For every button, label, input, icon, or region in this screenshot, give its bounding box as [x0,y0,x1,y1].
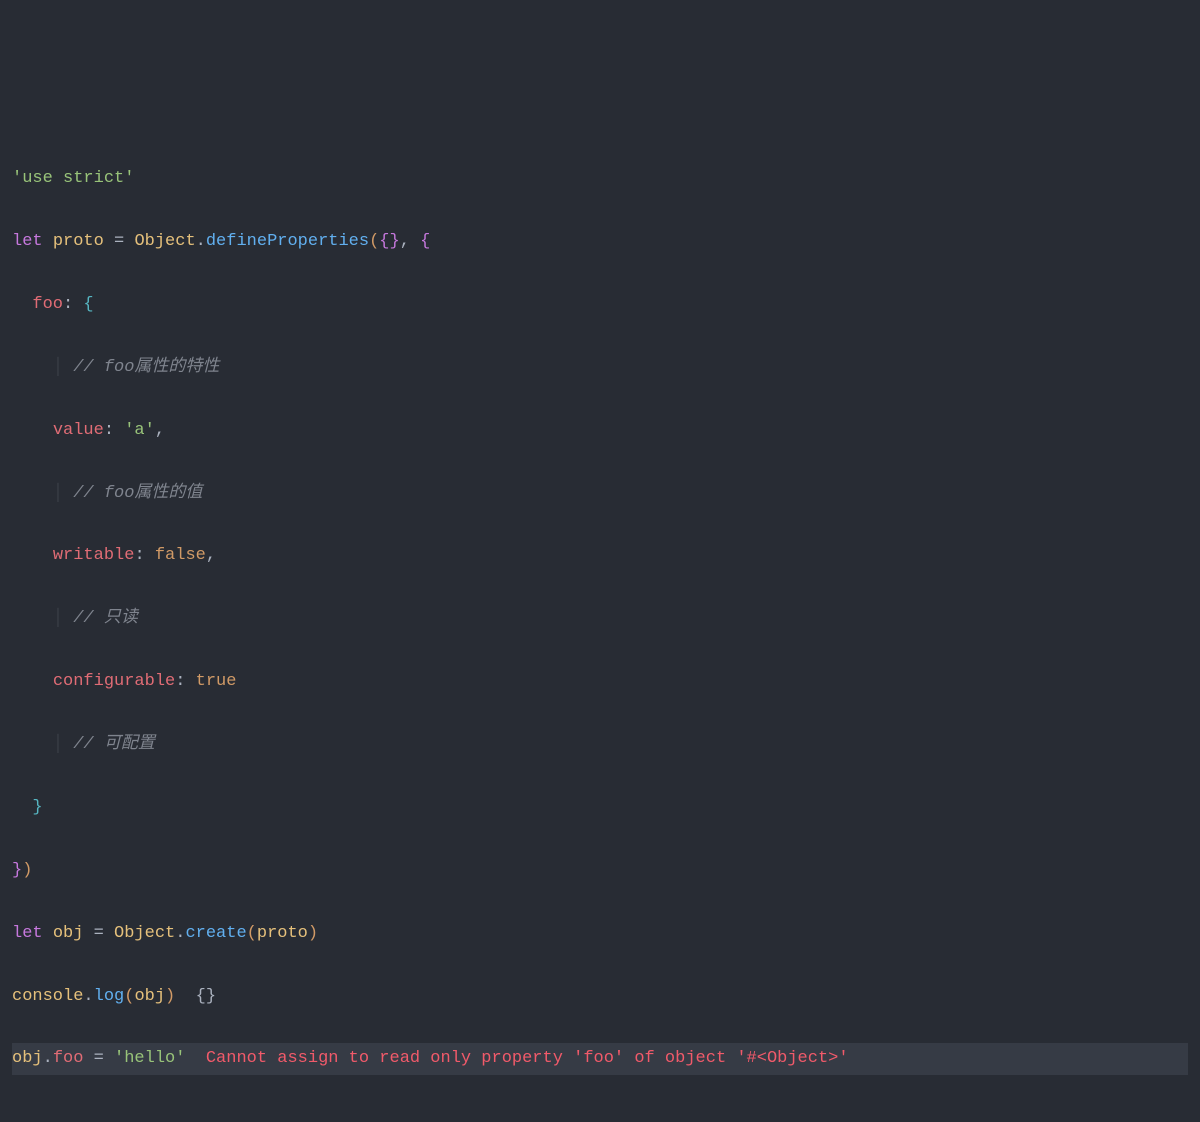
indent [12,484,53,503]
indent-guide: │ [53,484,73,503]
indent-guide: │ [53,609,73,628]
indent-guide: │ [53,735,73,754]
colon: : [134,546,154,565]
property: value [53,421,104,440]
comment: // foo属性的特性 [73,358,219,377]
identifier: proto [257,924,308,943]
operator: = [83,924,114,943]
code-line: │ // foo属性的特性 [12,352,1188,383]
code-line: │ // 只读 [12,603,1188,634]
string-literal: 'use strict' [12,169,134,188]
comma: , [400,232,420,251]
comment: // 可配置 [73,735,155,754]
brace: { [420,232,430,251]
code-line: let obj = Object.create(proto) [12,918,1188,949]
property: configurable [53,672,175,691]
indent [12,672,53,691]
error-message: Cannot assign to read only property 'foo… [185,1049,848,1068]
boolean: true [196,672,237,691]
code-line: │ // foo属性的值 [12,478,1188,509]
colon: : [63,295,83,314]
comma: , [155,421,165,440]
brace: { [83,295,93,314]
comment: // 只读 [73,609,138,628]
brace: } [32,798,42,817]
keyword-let: let [12,924,43,943]
code-line: configurable: true [12,666,1188,697]
identifier: console [12,987,83,1006]
comment: // foo属性的值 [73,484,202,503]
code-line: 'use strict' [12,163,1188,194]
code-line: let proto = Object.defineProperties({}, … [12,226,1188,257]
paren: ( [124,987,134,1006]
comma: , [206,546,216,565]
paren: ) [22,861,32,880]
brace: } [12,861,22,880]
boolean: false [155,546,206,565]
identifier: obj [53,924,84,943]
indent [12,735,53,754]
code-line: } [12,792,1188,823]
method: create [185,924,246,943]
code-line: writable: false, [12,540,1188,571]
output: {} [175,987,216,1006]
identifier: obj [12,1049,43,1068]
indent-guide: │ [53,358,73,377]
paren: ) [308,924,318,943]
code-line: value: 'a', [12,415,1188,446]
keyword-let: let [12,232,43,251]
code-line: foo: { [12,289,1188,320]
method: log [94,987,125,1006]
indent [12,358,53,377]
identifier: Object [134,232,195,251]
property: writable [53,546,135,565]
dot: . [196,232,206,251]
dot: . [175,924,185,943]
code-line: }) [12,855,1188,886]
code-editor: 'use strict' let proto = Object.definePr… [12,132,1188,1107]
indent [12,295,32,314]
braces: {} [379,232,399,251]
paren: ( [369,232,379,251]
string-literal: 'hello' [114,1049,185,1068]
property: foo [32,295,63,314]
indent [12,546,53,565]
code-line: console.log(obj) {} [12,981,1188,1012]
identifier: proto [53,232,104,251]
colon: : [175,672,195,691]
operator: = [104,232,135,251]
indent [12,798,32,817]
colon: : [104,421,124,440]
string-literal: 'a' [124,421,155,440]
dot: . [83,987,93,1006]
paren: ( [247,924,257,943]
operator: = [83,1049,114,1068]
identifier: Object [114,924,175,943]
paren: ) [165,987,175,1006]
dot: . [43,1049,53,1068]
indent [12,421,53,440]
indent [12,609,53,628]
method: defineProperties [206,232,369,251]
code-line-highlighted: obj.foo = 'hello' Cannot assign to read … [12,1043,1188,1074]
property: foo [53,1049,84,1068]
identifier: obj [134,987,165,1006]
code-line: │ // 可配置 [12,729,1188,760]
